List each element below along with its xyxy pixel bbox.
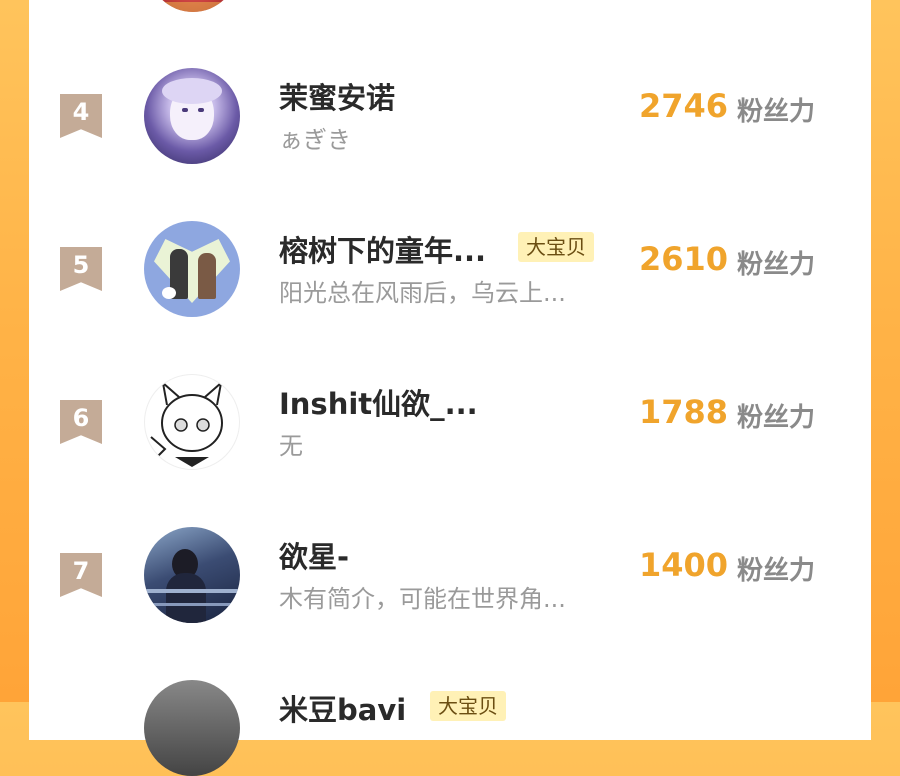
- ranking-row[interactable]: 6 Inshit仙欲_... 无 1788 粉丝力: [0, 369, 900, 470]
- user-bio: 无: [279, 432, 303, 460]
- rank-badge: 7: [60, 553, 102, 597]
- score-unit-label: 粉丝力: [737, 97, 816, 127]
- user-name[interactable]: 茉蜜安诺: [279, 75, 395, 117]
- score-unit-label: 粉丝力: [737, 556, 816, 586]
- user-bio: 阳光总在风雨后，乌云上...: [279, 279, 566, 307]
- user-name[interactable]: 榕树下的童年...: [279, 228, 486, 270]
- sketch-character-icon: [150, 380, 223, 467]
- rank-badge: 5: [60, 247, 102, 291]
- user-name[interactable]: 米豆bavi: [279, 687, 406, 729]
- avatar[interactable]: [144, 680, 240, 776]
- user-bio: ぁぎき: [279, 126, 351, 154]
- fan-score: 2610: [638, 240, 728, 278]
- ranking-row[interactable]: 5 榕树下的童年... 大宝贝 阳光总在风雨后，乌云上... 2610 粉丝力: [0, 216, 900, 317]
- tag-badge: 大宝贝: [518, 232, 594, 262]
- rank-badge: 4: [60, 94, 102, 138]
- fan-score: 1788: [638, 393, 728, 431]
- rank-badge: 6: [60, 400, 102, 444]
- user-name[interactable]: 欲星-: [279, 534, 349, 576]
- avatar[interactable]: [144, 221, 240, 317]
- user-name[interactable]: Inshit仙欲_...: [279, 381, 478, 423]
- score-unit-label: 粉丝力: [737, 403, 816, 433]
- ranking-row[interactable]: 米豆bavi 大宝贝: [0, 675, 900, 776]
- fan-score: 1400: [638, 546, 728, 584]
- avatar[interactable]: [144, 68, 240, 164]
- tag-badge: 大宝贝: [430, 691, 506, 721]
- avatar[interactable]: [144, 374, 240, 470]
- avatar-partial[interactable]: [148, 0, 238, 12]
- score-unit-label: 粉丝力: [737, 250, 816, 280]
- fan-score: 2746: [638, 87, 728, 125]
- ranking-row[interactable]: 4 茉蜜安诺 ぁぎき 2746 粉丝力: [0, 63, 900, 164]
- ranking-row[interactable]: 7 欲星- 木有简介，可能在世界角... 1400 粉丝力: [0, 522, 900, 623]
- avatar[interactable]: [144, 527, 240, 623]
- user-bio: 木有简介，可能在世界角...: [279, 585, 566, 613]
